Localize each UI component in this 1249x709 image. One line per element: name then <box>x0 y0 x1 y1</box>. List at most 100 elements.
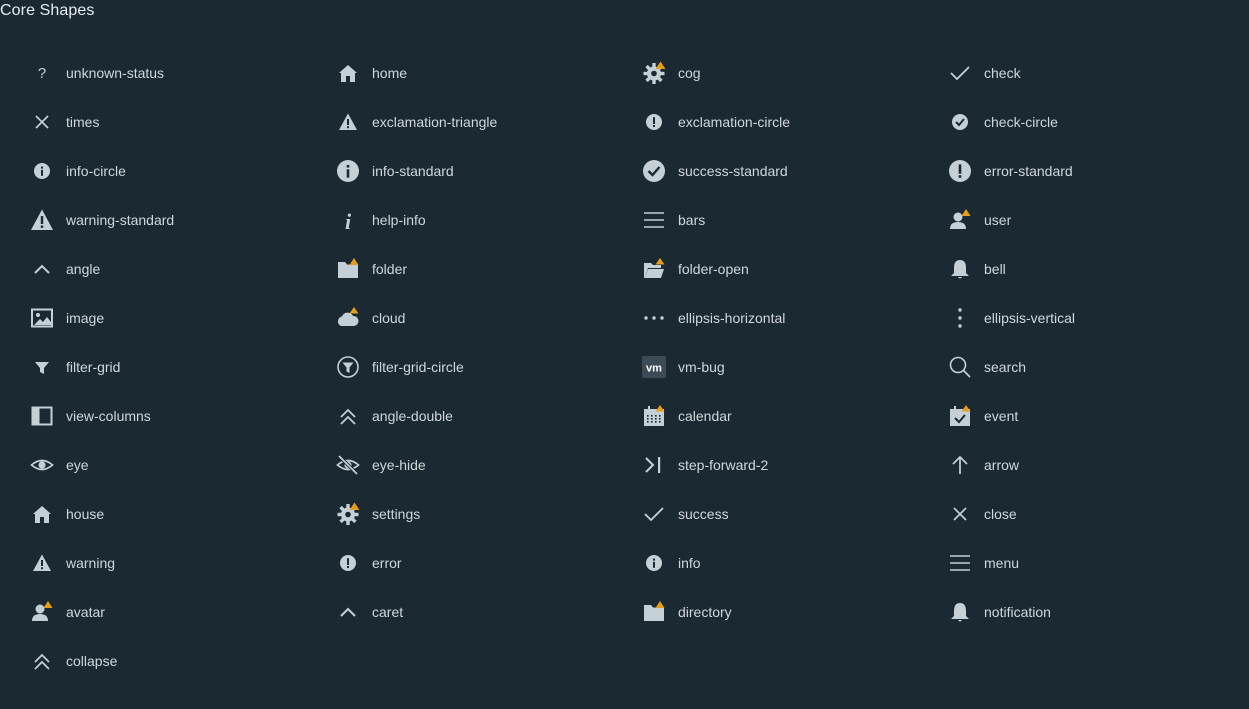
shape-item-error: error <box>335 538 641 587</box>
filter-grid-circle-icon <box>335 354 361 380</box>
shape-label: notification <box>984 603 1051 620</box>
shape-label: image <box>66 309 105 326</box>
step-forward-2-icon <box>641 452 667 478</box>
shapes-grid: ? unknown-status home cog check times exclamat… <box>29 48 1249 685</box>
home-icon <box>335 60 361 86</box>
shape-label: help-info <box>372 211 426 228</box>
user-icon <box>947 207 973 233</box>
shape-item-ellipsis-vertical: ellipsis-vertical <box>947 293 1249 342</box>
shape-item-collapse: collapse <box>29 636 335 685</box>
shape-item-vm-bug: vm vm-bug <box>641 342 947 391</box>
shape-item-filter-grid-circle: filter-grid-circle <box>335 342 641 391</box>
shape-label: error-standard <box>984 162 1073 179</box>
shape-label: warning <box>66 554 116 571</box>
notification-icon <box>947 599 973 625</box>
shape-label: ellipsis-vertical <box>984 309 1076 326</box>
close-icon <box>947 501 973 527</box>
help-info-icon: i <box>335 207 361 233</box>
ellipsis-vertical-icon <box>947 305 973 331</box>
shape-label: bell <box>984 260 1006 277</box>
shape-item-filter-grid: filter-grid <box>29 342 335 391</box>
shape-label: error <box>372 554 402 571</box>
menu-icon <box>947 550 973 576</box>
shape-label: unknown-status <box>66 64 165 81</box>
info-circle-icon <box>29 158 55 184</box>
shape-label: caret <box>372 603 404 620</box>
shape-item-image: image <box>29 293 335 342</box>
shape-item-warning-standard: warning-standard <box>29 195 335 244</box>
shape-item-angle-double: angle-double <box>335 391 641 440</box>
shape-label: info-circle <box>66 162 126 179</box>
shape-item-eye-hide: eye-hide <box>335 440 641 489</box>
shape-label: info-standard <box>372 162 454 179</box>
shape-item-exclamation-triangle: exclamation-triangle <box>335 97 641 146</box>
ellipsis-horizontal-icon <box>641 305 667 331</box>
shape-item-success-standard: success-standard <box>641 146 947 195</box>
shape-label: cog <box>678 64 701 81</box>
shape-label: search <box>984 358 1027 375</box>
view-columns-icon <box>29 403 55 429</box>
shape-label: eye-hide <box>372 456 426 473</box>
avatar-icon <box>29 599 55 625</box>
exclamation-triangle-icon <box>335 109 361 135</box>
filter-grid-icon <box>29 354 55 380</box>
vm-bug-icon: vm <box>641 354 667 380</box>
shape-item-home: home <box>335 48 641 97</box>
shape-label: step-forward-2 <box>678 456 769 473</box>
shape-label: event <box>984 407 1019 424</box>
svg-text:vm: vm <box>646 362 662 374</box>
warning-standard-icon <box>29 207 55 233</box>
svg-text:i: i <box>345 209 352 232</box>
svg-text:?: ? <box>38 65 46 82</box>
shape-item-error-standard: error-standard <box>947 146 1249 195</box>
shape-item-calendar: calendar <box>641 391 947 440</box>
shape-item-check-circle: check-circle <box>947 97 1249 146</box>
settings-icon <box>335 501 361 527</box>
shape-label: home <box>372 64 408 81</box>
shape-label: exclamation-triangle <box>372 113 498 130</box>
caret-icon <box>335 599 361 625</box>
shape-label: warning-standard <box>66 211 175 228</box>
eye-hide-icon <box>335 452 361 478</box>
shape-label: info <box>678 554 701 571</box>
success-standard-icon <box>641 158 667 184</box>
exclamation-circle-icon <box>641 109 667 135</box>
shape-item-cog: cog <box>641 48 947 97</box>
check-circle-icon <box>947 109 973 135</box>
shape-label: view-columns <box>66 407 151 424</box>
shape-label: settings <box>372 505 421 522</box>
shape-label: folder <box>372 260 408 277</box>
shape-label: exclamation-circle <box>678 113 791 130</box>
shape-label: avatar <box>66 603 105 620</box>
shape-item-info: info <box>641 538 947 587</box>
shape-item-times: times <box>29 97 335 146</box>
shape-item-directory: directory <box>641 587 947 636</box>
shape-item-unknown-status: ? unknown-status <box>29 48 335 97</box>
collapse-icon <box>29 648 55 674</box>
shape-label: close <box>984 505 1017 522</box>
directory-icon <box>641 599 667 625</box>
shape-item-cloud: cloud <box>335 293 641 342</box>
shape-item-step-forward-2: step-forward-2 <box>641 440 947 489</box>
folder-icon <box>335 256 361 282</box>
shape-label: filter-grid <box>66 358 121 375</box>
bars-icon <box>641 207 667 233</box>
shape-label: collapse <box>66 652 118 669</box>
shape-label: house <box>66 505 105 522</box>
event-icon <box>947 403 973 429</box>
times-icon <box>29 109 55 135</box>
shape-item-user: user <box>947 195 1249 244</box>
shape-label: bars <box>678 211 706 228</box>
shape-item-close: close <box>947 489 1249 538</box>
shape-label: angle <box>66 260 101 277</box>
shape-item-check: check <box>947 48 1249 97</box>
shape-label: menu <box>984 554 1020 571</box>
shape-label: success <box>678 505 729 522</box>
house-icon <box>29 501 55 527</box>
arrow-icon <box>947 452 973 478</box>
shape-label: ellipsis-horizontal <box>678 309 786 326</box>
folder-open-icon <box>641 256 667 282</box>
eye-icon <box>29 452 55 478</box>
cloud-icon <box>335 305 361 331</box>
shape-label: folder-open <box>678 260 749 277</box>
